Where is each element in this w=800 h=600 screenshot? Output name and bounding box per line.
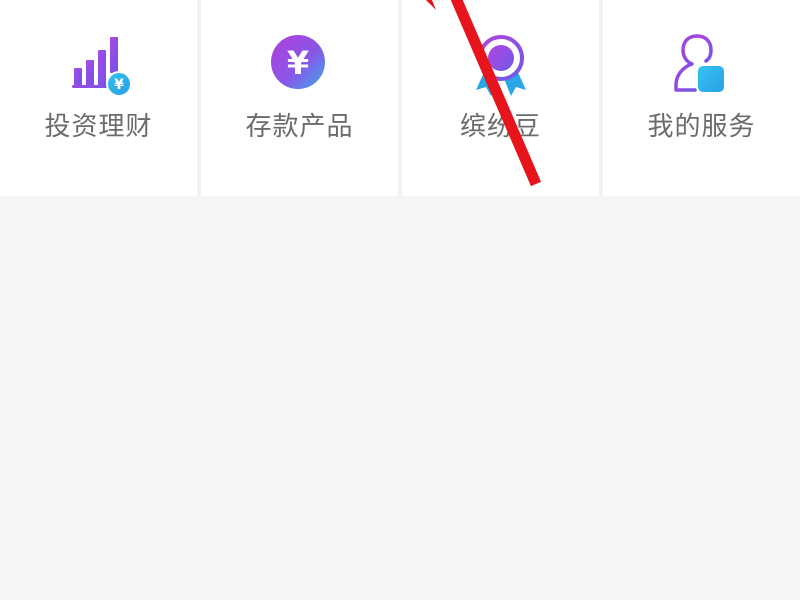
- tile-bingfen-beans[interactable]: 缤纷豆: [402, 0, 599, 196]
- empty-content-area: [0, 196, 800, 600]
- tile-deposit-products[interactable]: ¥ 存款产品: [201, 0, 398, 196]
- user-service-icon: [667, 28, 737, 98]
- bar-chart-yuan-icon: ¥: [64, 28, 134, 98]
- tile-my-services[interactable]: 我的服务: [603, 0, 800, 196]
- yuan-coin-icon: ¥: [265, 28, 335, 98]
- tile-label-investment: 投资理财: [44, 112, 153, 142]
- tile-label-deposit-products: 存款产品: [245, 112, 354, 142]
- tile-label-bingfen-beans: 缤纷豆: [459, 112, 541, 142]
- svg-text:¥: ¥: [114, 77, 124, 93]
- tile-label-my-services: 我的服务: [647, 112, 756, 142]
- tile-investment[interactable]: ¥ 投资理财: [0, 0, 197, 196]
- award-ribbon-icon: [466, 28, 536, 98]
- service-menu-row: ¥ 投资理财 ¥ 存款产品 缤纷豆 我的服务: [0, 0, 800, 196]
- svg-text:¥: ¥: [286, 44, 308, 82]
